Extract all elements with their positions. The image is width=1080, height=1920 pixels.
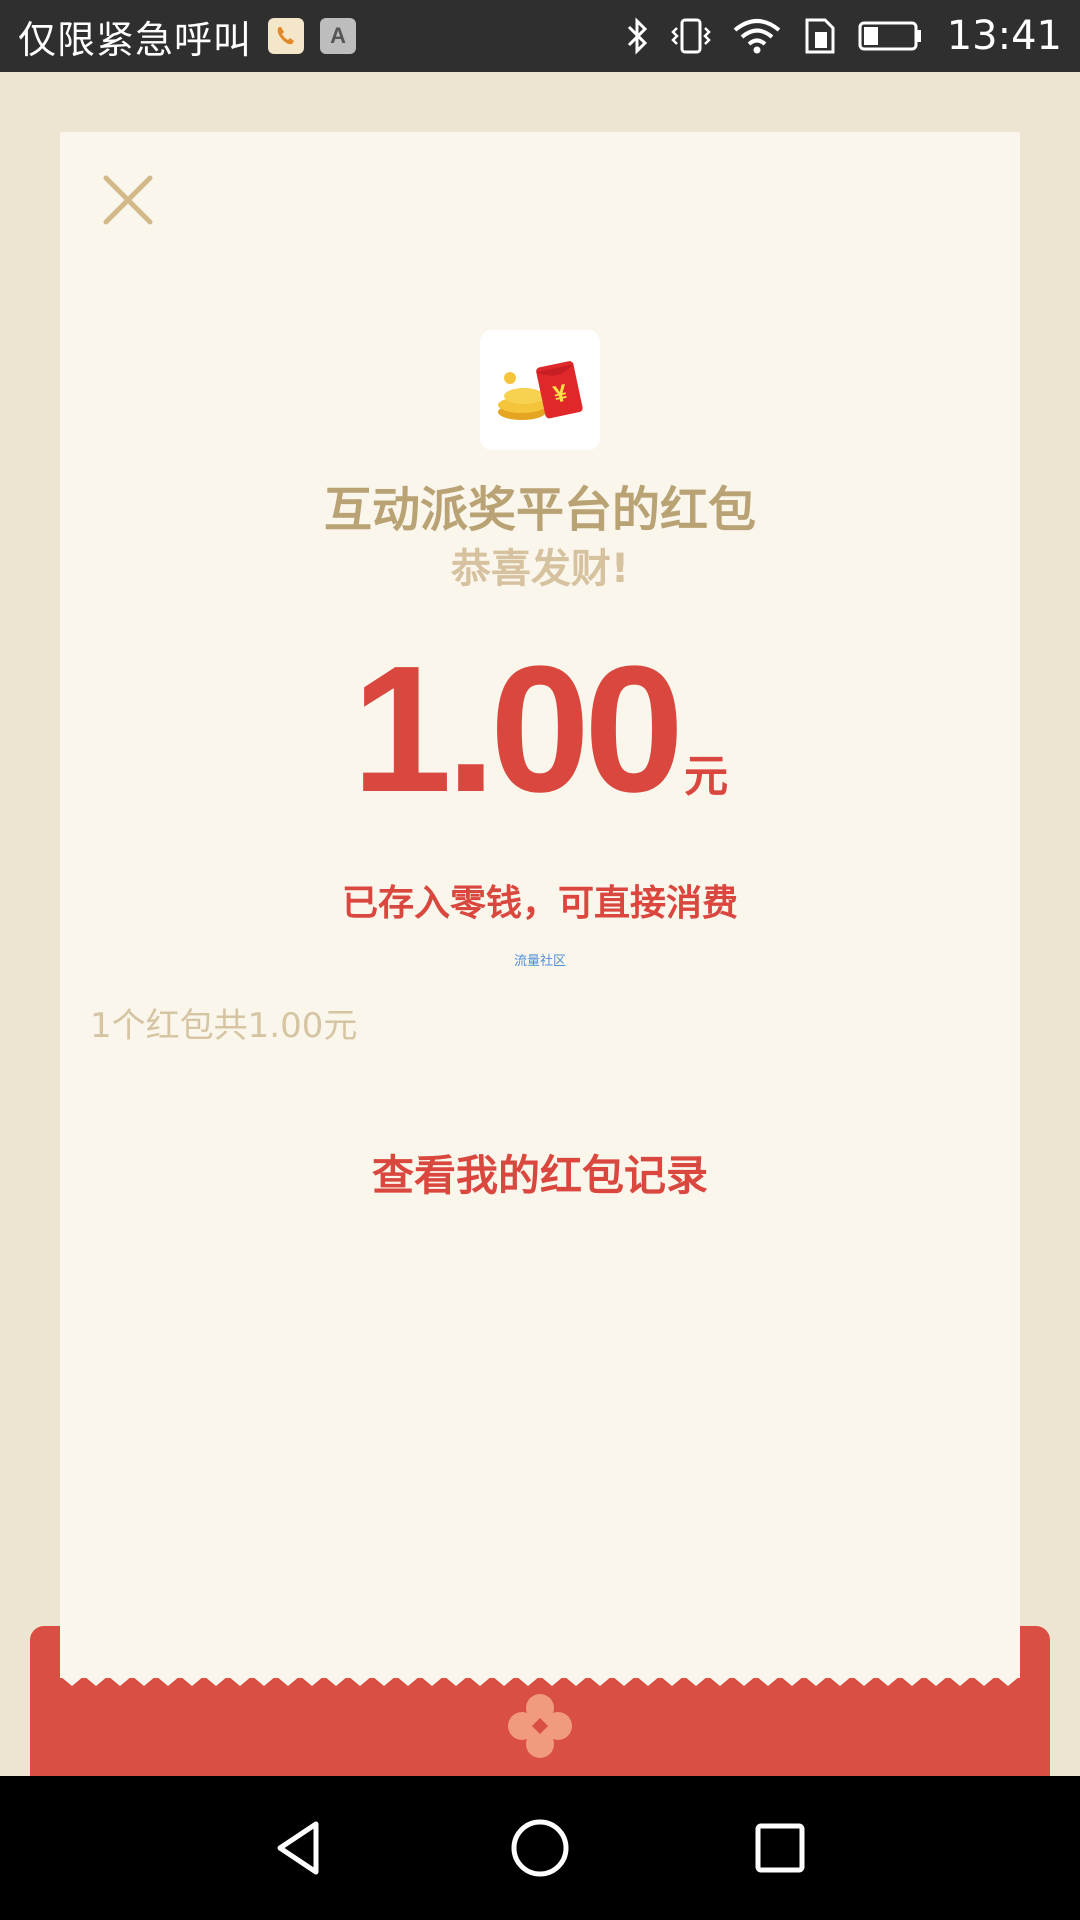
packet-summary: 1个红包共1.00元 — [90, 1006, 358, 1046]
clock-time: 13:41 — [946, 13, 1062, 59]
packet-title: 互动派奖平台的红包 — [323, 482, 756, 538]
system-nav-bar — [0, 1776, 1080, 1920]
carrier-status-text: 仅限紧急呼叫 — [18, 17, 253, 62]
bluetooth-icon — [625, 16, 651, 56]
packet-greeting: 恭喜发财! — [450, 546, 630, 592]
close-button[interactable] — [100, 172, 156, 228]
card-zigzag-edge — [60, 1664, 1020, 1686]
nav-back-button[interactable] — [268, 1816, 332, 1880]
close-icon — [103, 175, 153, 225]
recents-square-icon — [755, 1823, 805, 1873]
amount-display: 1.00 元 — [60, 640, 1020, 820]
amount-value: 1.00 — [351, 629, 684, 830]
deposit-note: 已存入零钱，可直接消费 — [341, 883, 738, 924]
nav-home-button[interactable] — [508, 1816, 572, 1880]
vibrate-icon — [669, 16, 713, 56]
red-packet-card: ¥ 互动派奖平台的红包 恭喜发财! 1.00 元 已存入零钱，可直接消费 流量社区… — [60, 132, 1020, 1678]
status-left: 仅限紧急呼叫 A — [18, 9, 357, 64]
battery-icon — [857, 16, 923, 56]
red-packet-coins-icon: ¥ — [498, 361, 583, 420]
back-triangle-icon — [277, 1821, 319, 1875]
status-right: 13:41 — [625, 13, 1062, 59]
nav-recents-button[interactable] — [748, 1816, 812, 1880]
view-records-link[interactable]: 查看我的红包记录 — [60, 1142, 1020, 1203]
phone-app-icon — [268, 18, 305, 54]
amount-unit: 元 — [684, 751, 729, 802]
wifi-icon — [731, 16, 783, 56]
sim-icon — [801, 16, 839, 56]
envelope-flower-icon — [508, 1694, 572, 1758]
status-bar: 仅限紧急呼叫 A 13:41 — [0, 0, 1080, 72]
home-circle-icon — [511, 1819, 569, 1877]
keyboard-a-icon: A — [320, 18, 357, 54]
sender-logo: ¥ — [480, 330, 600, 450]
source-community-link[interactable]: 流量社区 — [60, 950, 1020, 969]
